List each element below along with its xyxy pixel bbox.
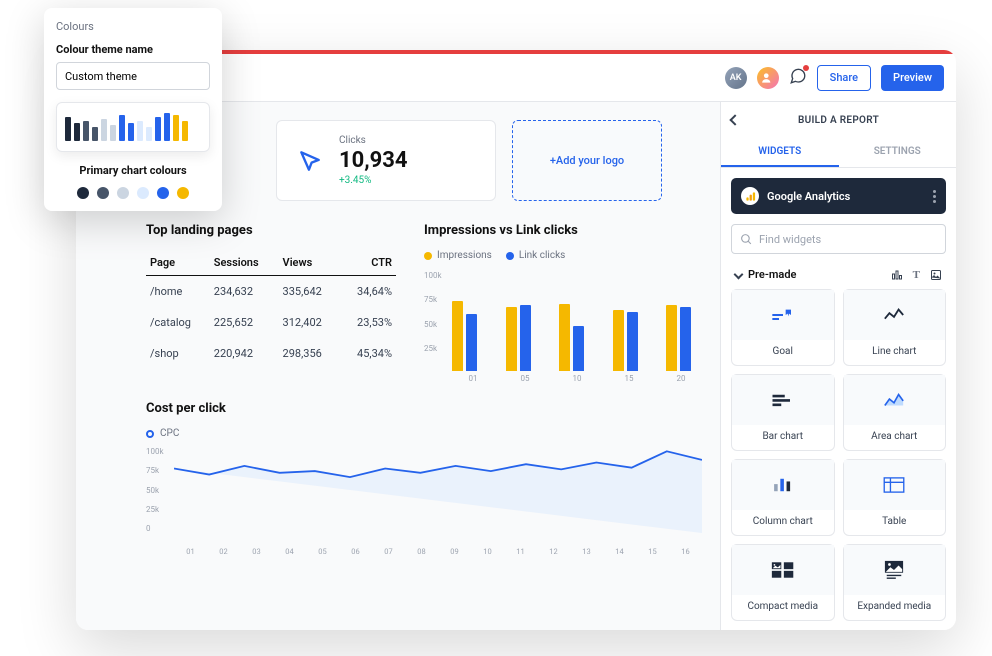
clicks-value: 10,934 — [339, 148, 408, 173]
stat-card-clicks: Clicks 10,934 +3.45% — [276, 120, 496, 201]
table-row[interactable]: /catalog225,652312,40223,53% — [146, 307, 396, 338]
landing-title: Top landing pages — [146, 223, 396, 238]
preview-button[interactable]: Preview — [881, 65, 944, 91]
back-icon[interactable] — [729, 114, 740, 125]
text-icon[interactable]: T — [913, 269, 920, 281]
cpc-legend: CPC — [146, 428, 702, 439]
impressions-title: Impressions vs Link clicks — [424, 223, 702, 238]
search-icon — [740, 233, 753, 246]
widget-bar-chart[interactable]: Bar chart — [731, 374, 835, 451]
colour-swatch[interactable] — [157, 187, 169, 199]
area-chart: 100k75k50k25k0 — [146, 447, 702, 547]
table-header: Sessions — [210, 250, 279, 276]
more-icon[interactable] — [933, 190, 936, 203]
bar-chart: 100k75k50k25k — [424, 271, 702, 371]
columns-icon[interactable] — [891, 269, 903, 281]
colour-swatch[interactable] — [137, 187, 149, 199]
theme-name-input[interactable] — [56, 62, 210, 90]
clicks-label: Clicks — [339, 135, 408, 146]
cursor-icon — [297, 148, 323, 174]
widget-column-chart[interactable]: Column chart — [731, 459, 835, 536]
add-logo-button[interactable]: +Add your logo — [512, 120, 662, 201]
table-row[interactable]: /home234,632335,64234,64% — [146, 276, 396, 308]
widget-expanded-media[interactable]: Expanded media — [843, 544, 947, 621]
tab-widgets[interactable]: WIDGETS — [721, 138, 839, 167]
table-header: Page — [146, 250, 210, 276]
panel-title: BUILD A REPORT — [798, 115, 879, 126]
legend-impressions: Impressions — [424, 250, 492, 261]
colour-swatch[interactable] — [177, 187, 189, 199]
widget-compact-media[interactable]: Compact media — [731, 544, 835, 621]
widget-goal[interactable]: Goal — [731, 289, 835, 366]
widget-table[interactable]: Table — [843, 459, 947, 536]
colours-panel: Colours Colour theme name Primary chart … — [44, 8, 222, 211]
right-panel: BUILD A REPORT WIDGETS SETTINGS Google A… — [720, 102, 956, 630]
google-analytics-icon — [741, 187, 759, 205]
share-button[interactable]: Share — [817, 65, 871, 91]
palette-preview[interactable] — [56, 102, 210, 152]
section-premade: Pre-made — [748, 268, 796, 281]
table-header: CTR — [340, 250, 396, 276]
widget-area-chart[interactable]: Area chart — [843, 374, 947, 451]
landing-table: PageSessionsViewsCTR /home234,632335,642… — [146, 250, 396, 369]
colour-swatch[interactable] — [97, 187, 109, 199]
widget-line-chart[interactable]: Line chart — [843, 289, 947, 366]
colour-swatch[interactable] — [117, 187, 129, 199]
chat-icon[interactable] — [789, 67, 807, 89]
legend-linkclicks: Link clicks — [506, 250, 565, 261]
avatar-user-1[interactable]: AK — [725, 67, 747, 89]
table-row[interactable]: /shop220,942298,35645,34% — [146, 338, 396, 369]
colours-title: Colours — [56, 20, 210, 33]
chevron-down-icon[interactable] — [734, 270, 744, 280]
table-header: Views — [279, 250, 341, 276]
search-input[interactable]: Find widgets — [731, 224, 946, 254]
cpc-title: Cost per click — [146, 401, 702, 416]
integration-google-analytics[interactable]: Google Analytics — [731, 178, 946, 214]
avatar-user-2[interactable] — [757, 67, 779, 89]
clicks-delta: +3.45% — [339, 175, 408, 186]
tab-settings[interactable]: SETTINGS — [839, 138, 957, 167]
colour-swatch[interactable] — [77, 187, 89, 199]
primary-colours-label: Primary chart colours — [56, 164, 210, 177]
theme-name-label: Colour theme name — [56, 43, 210, 56]
image-icon[interactable] — [930, 269, 942, 281]
